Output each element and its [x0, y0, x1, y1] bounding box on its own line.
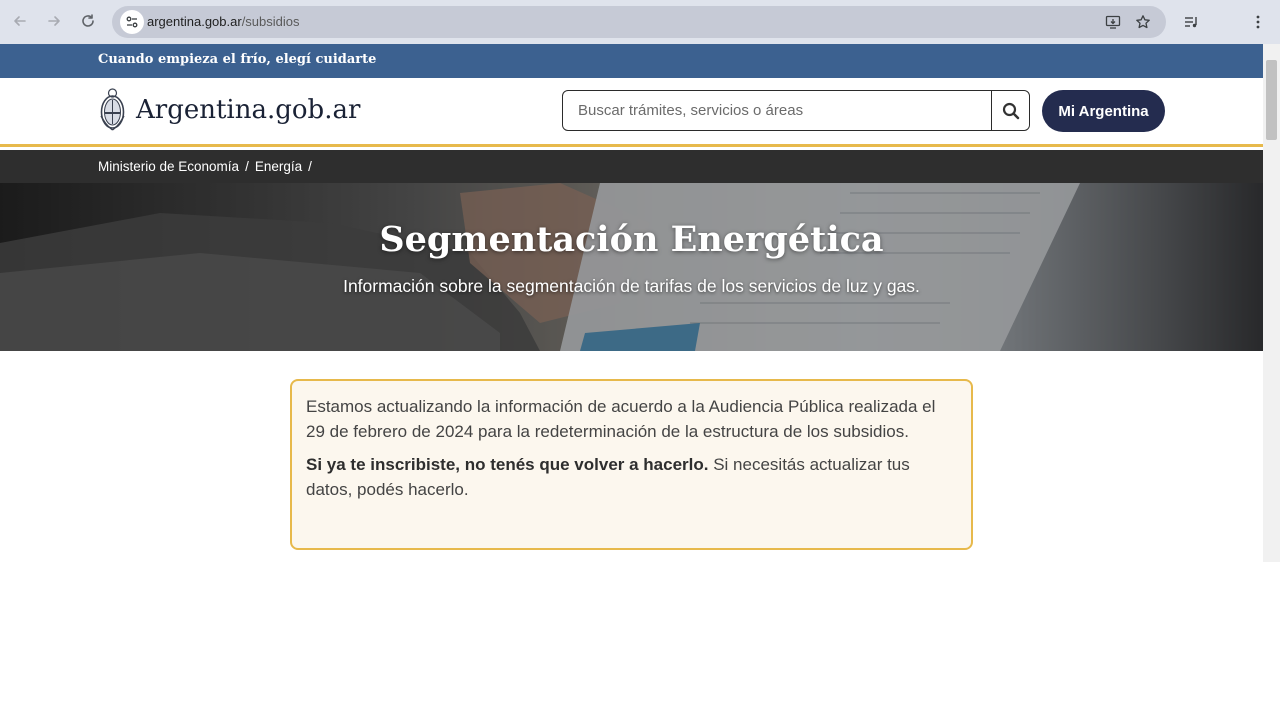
breadcrumb-item-ministerio[interactable]: Ministerio de Economía: [98, 159, 239, 174]
back-button[interactable]: [8, 9, 32, 33]
arrow-right-icon: [48, 16, 60, 26]
address-bar[interactable]: argentina.gob.ar/subsidios: [112, 6, 1166, 38]
breadcrumb: Ministerio de Economía / Energía /: [0, 150, 1263, 183]
campaign-banner: Cuando empieza el frío, elegí cuidarte: [0, 44, 1263, 78]
install-icon: [1105, 15, 1121, 29]
page-title: Segmentación Energética: [379, 219, 884, 260]
page-subtitle: Información sobre la segmentación de tar…: [343, 276, 920, 296]
search-input[interactable]: [563, 91, 991, 130]
install-app-button[interactable]: [1103, 12, 1123, 32]
site-header: Argentina.gob.ar Mi Argentina: [0, 78, 1263, 147]
info-alert: Estamos actualizando la información de a…: [290, 379, 973, 550]
reload-icon: [82, 14, 94, 27]
site-info-button[interactable]: [120, 10, 144, 34]
mi-argentina-button[interactable]: Mi Argentina: [1042, 90, 1165, 132]
hero-banner: Segmentación Energética Información sobr…: [0, 183, 1263, 351]
site-logo-text: Argentina.gob.ar: [136, 95, 361, 125]
music-queue-icon: [1185, 17, 1197, 28]
alert-paragraph: Si ya te inscribiste, no tenés que volve…: [306, 453, 957, 502]
alert-paragraph: Estamos actualizando la información de a…: [306, 397, 936, 441]
national-emblem-icon: [100, 88, 125, 131]
search-box: [562, 90, 1030, 131]
media-controls-button[interactable]: [1180, 11, 1202, 33]
breadcrumb-item-energia[interactable]: Energía: [255, 159, 302, 174]
tune-icon: [126, 16, 138, 28]
browser-toolbar: argentina.gob.ar/subsidios: [0, 0, 1280, 44]
bookmark-button[interactable]: [1133, 12, 1153, 32]
browser-menu-button[interactable]: [1247, 11, 1269, 33]
scrollbar-thumb[interactable]: [1266, 60, 1277, 140]
breadcrumb-separator: /: [245, 159, 249, 174]
reload-button[interactable]: [76, 9, 100, 33]
forward-button[interactable]: [42, 9, 66, 33]
arrow-left-icon: [14, 16, 26, 26]
star-icon: [1136, 15, 1150, 29]
search-icon: [1002, 102, 1019, 119]
breadcrumb-separator: /: [308, 159, 312, 174]
campaign-banner-link[interactable]: Cuando empieza el frío, elegí cuidarte: [98, 52, 376, 67]
alert-emphasis: Si ya te inscribiste, no tenés que volve…: [306, 455, 709, 474]
site-logo[interactable]: Argentina.gob.ar: [97, 86, 360, 134]
search-button[interactable]: [991, 91, 1029, 130]
hero-overlay: [0, 183, 1263, 351]
more-vertical-icon: [1256, 15, 1260, 29]
page-scrollbar[interactable]: [1263, 44, 1280, 562]
url-text: argentina.gob.ar/subsidios: [147, 14, 300, 29]
